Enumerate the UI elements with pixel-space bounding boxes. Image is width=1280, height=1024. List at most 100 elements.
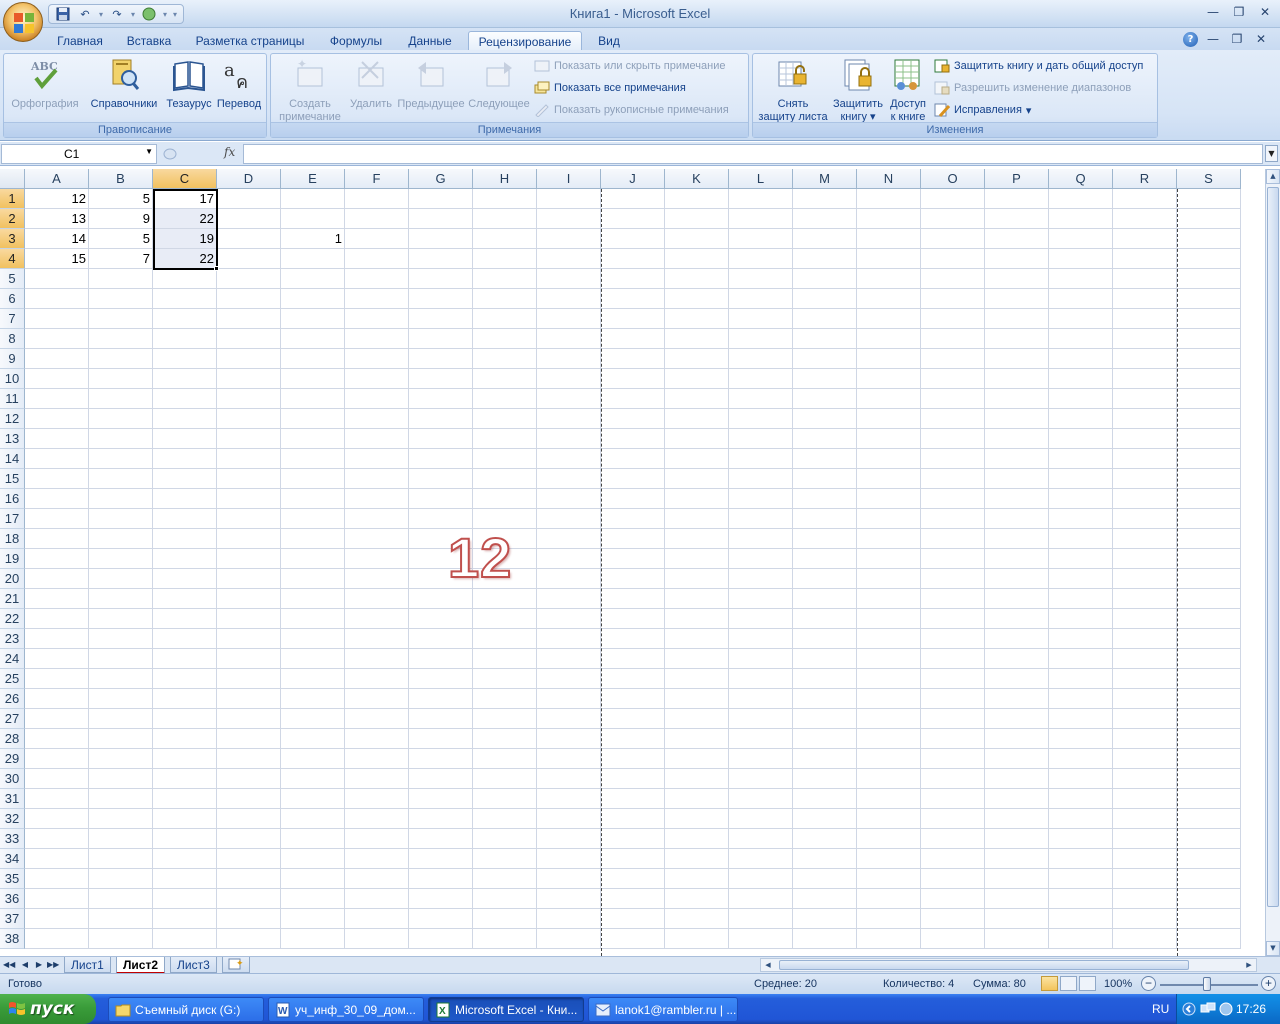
- cell-k12[interactable]: [665, 409, 729, 429]
- cell-a1[interactable]: 12: [25, 189, 89, 209]
- cell-p24[interactable]: [985, 649, 1049, 669]
- cell-m27[interactable]: [793, 709, 857, 729]
- cell-b8[interactable]: [89, 329, 153, 349]
- cell-e12[interactable]: [281, 409, 345, 429]
- cell-p6[interactable]: [985, 289, 1049, 309]
- column-header-q[interactable]: Q: [1049, 169, 1113, 189]
- cell-q23[interactable]: [1049, 629, 1113, 649]
- cell-g37[interactable]: [409, 909, 473, 929]
- cell-m1[interactable]: [793, 189, 857, 209]
- cell-o16[interactable]: [921, 489, 985, 509]
- cell-b19[interactable]: [89, 549, 153, 569]
- cell-j34[interactable]: [601, 849, 665, 869]
- cell-a8[interactable]: [25, 329, 89, 349]
- cell-m23[interactable]: [793, 629, 857, 649]
- cell-k37[interactable]: [665, 909, 729, 929]
- cell-l36[interactable]: [729, 889, 793, 909]
- cell-f7[interactable]: [345, 309, 409, 329]
- cell-m10[interactable]: [793, 369, 857, 389]
- cell-a2[interactable]: 13: [25, 209, 89, 229]
- cell-b21[interactable]: [89, 589, 153, 609]
- task-email[interactable]: lanok1@rambler.ru | ...: [588, 997, 738, 1022]
- cell-g35[interactable]: [409, 869, 473, 889]
- cell-k22[interactable]: [665, 609, 729, 629]
- cell-n3[interactable]: [857, 229, 921, 249]
- cell-b37[interactable]: [89, 909, 153, 929]
- cell-d5[interactable]: [217, 269, 281, 289]
- page-break-view-icon[interactable]: [1079, 976, 1096, 991]
- cell-e26[interactable]: [281, 689, 345, 709]
- cell-s25[interactable]: [1177, 669, 1241, 689]
- cell-c23[interactable]: [153, 629, 217, 649]
- cell-p7[interactable]: [985, 309, 1049, 329]
- last-sheet-icon[interactable]: ▶▶: [47, 958, 59, 972]
- cell-d25[interactable]: [217, 669, 281, 689]
- cell-i16[interactable]: [537, 489, 601, 509]
- cell-n20[interactable]: [857, 569, 921, 589]
- cell-q33[interactable]: [1049, 829, 1113, 849]
- cell-o10[interactable]: [921, 369, 985, 389]
- row-header[interactable]: 37: [0, 909, 25, 929]
- cell-m34[interactable]: [793, 849, 857, 869]
- cell-g13[interactable]: [409, 429, 473, 449]
- tray-arrow-icon[interactable]: [1182, 1002, 1196, 1016]
- cell-g9[interactable]: [409, 349, 473, 369]
- cell-m2[interactable]: [793, 209, 857, 229]
- cell-o13[interactable]: [921, 429, 985, 449]
- cell-i37[interactable]: [537, 909, 601, 929]
- cell-n34[interactable]: [857, 849, 921, 869]
- cell-d24[interactable]: [217, 649, 281, 669]
- unprotect-sheet-button[interactable]: Снять защиту листа: [756, 56, 830, 124]
- cell-r12[interactable]: [1113, 409, 1177, 429]
- cell-k1[interactable]: [665, 189, 729, 209]
- cell-r17[interactable]: [1113, 509, 1177, 529]
- cell-p31[interactable]: [985, 789, 1049, 809]
- cell-j11[interactable]: [601, 389, 665, 409]
- cell-f1[interactable]: [345, 189, 409, 209]
- cell-j33[interactable]: [601, 829, 665, 849]
- allow-ranges-button[interactable]: Разрешить изменение диапазонов: [934, 79, 1131, 97]
- cell-f11[interactable]: [345, 389, 409, 409]
- protect-share-button[interactable]: Защитить книгу и дать общий доступ: [934, 57, 1143, 75]
- cell-j2[interactable]: [601, 209, 665, 229]
- cell-o24[interactable]: [921, 649, 985, 669]
- cell-d3[interactable]: [217, 229, 281, 249]
- cell-b26[interactable]: [89, 689, 153, 709]
- cell-q25[interactable]: [1049, 669, 1113, 689]
- cell-i5[interactable]: [537, 269, 601, 289]
- cell-g38[interactable]: [409, 929, 473, 949]
- antivirus-icon[interactable]: [1218, 1001, 1234, 1017]
- cell-h1[interactable]: [473, 189, 537, 209]
- cell-k38[interactable]: [665, 929, 729, 949]
- cell-e5[interactable]: [281, 269, 345, 289]
- cell-a5[interactable]: [25, 269, 89, 289]
- cell-h5[interactable]: [473, 269, 537, 289]
- cell-i35[interactable]: [537, 869, 601, 889]
- cell-o8[interactable]: [921, 329, 985, 349]
- cell-e34[interactable]: [281, 849, 345, 869]
- cell-d4[interactable]: [217, 249, 281, 269]
- cell-c29[interactable]: [153, 749, 217, 769]
- cell-p10[interactable]: [985, 369, 1049, 389]
- cell-o12[interactable]: [921, 409, 985, 429]
- cell-n7[interactable]: [857, 309, 921, 329]
- cell-n33[interactable]: [857, 829, 921, 849]
- cell-s9[interactable]: [1177, 349, 1241, 369]
- cell-i12[interactable]: [537, 409, 601, 429]
- show-all-comments-button[interactable]: Показать все примечания: [534, 79, 686, 97]
- cell-b24[interactable]: [89, 649, 153, 669]
- cell-i31[interactable]: [537, 789, 601, 809]
- cell-q38[interactable]: [1049, 929, 1113, 949]
- cell-o5[interactable]: [921, 269, 985, 289]
- scroll-up-icon[interactable]: ▲: [1266, 169, 1280, 184]
- cell-e10[interactable]: [281, 369, 345, 389]
- cell-b6[interactable]: [89, 289, 153, 309]
- cell-o28[interactable]: [921, 729, 985, 749]
- cell-s11[interactable]: [1177, 389, 1241, 409]
- cell-c5[interactable]: [153, 269, 217, 289]
- cell-d14[interactable]: [217, 449, 281, 469]
- cell-r3[interactable]: [1113, 229, 1177, 249]
- column-header-s[interactable]: S: [1177, 169, 1241, 189]
- cell-j20[interactable]: [601, 569, 665, 589]
- cell-f22[interactable]: [345, 609, 409, 629]
